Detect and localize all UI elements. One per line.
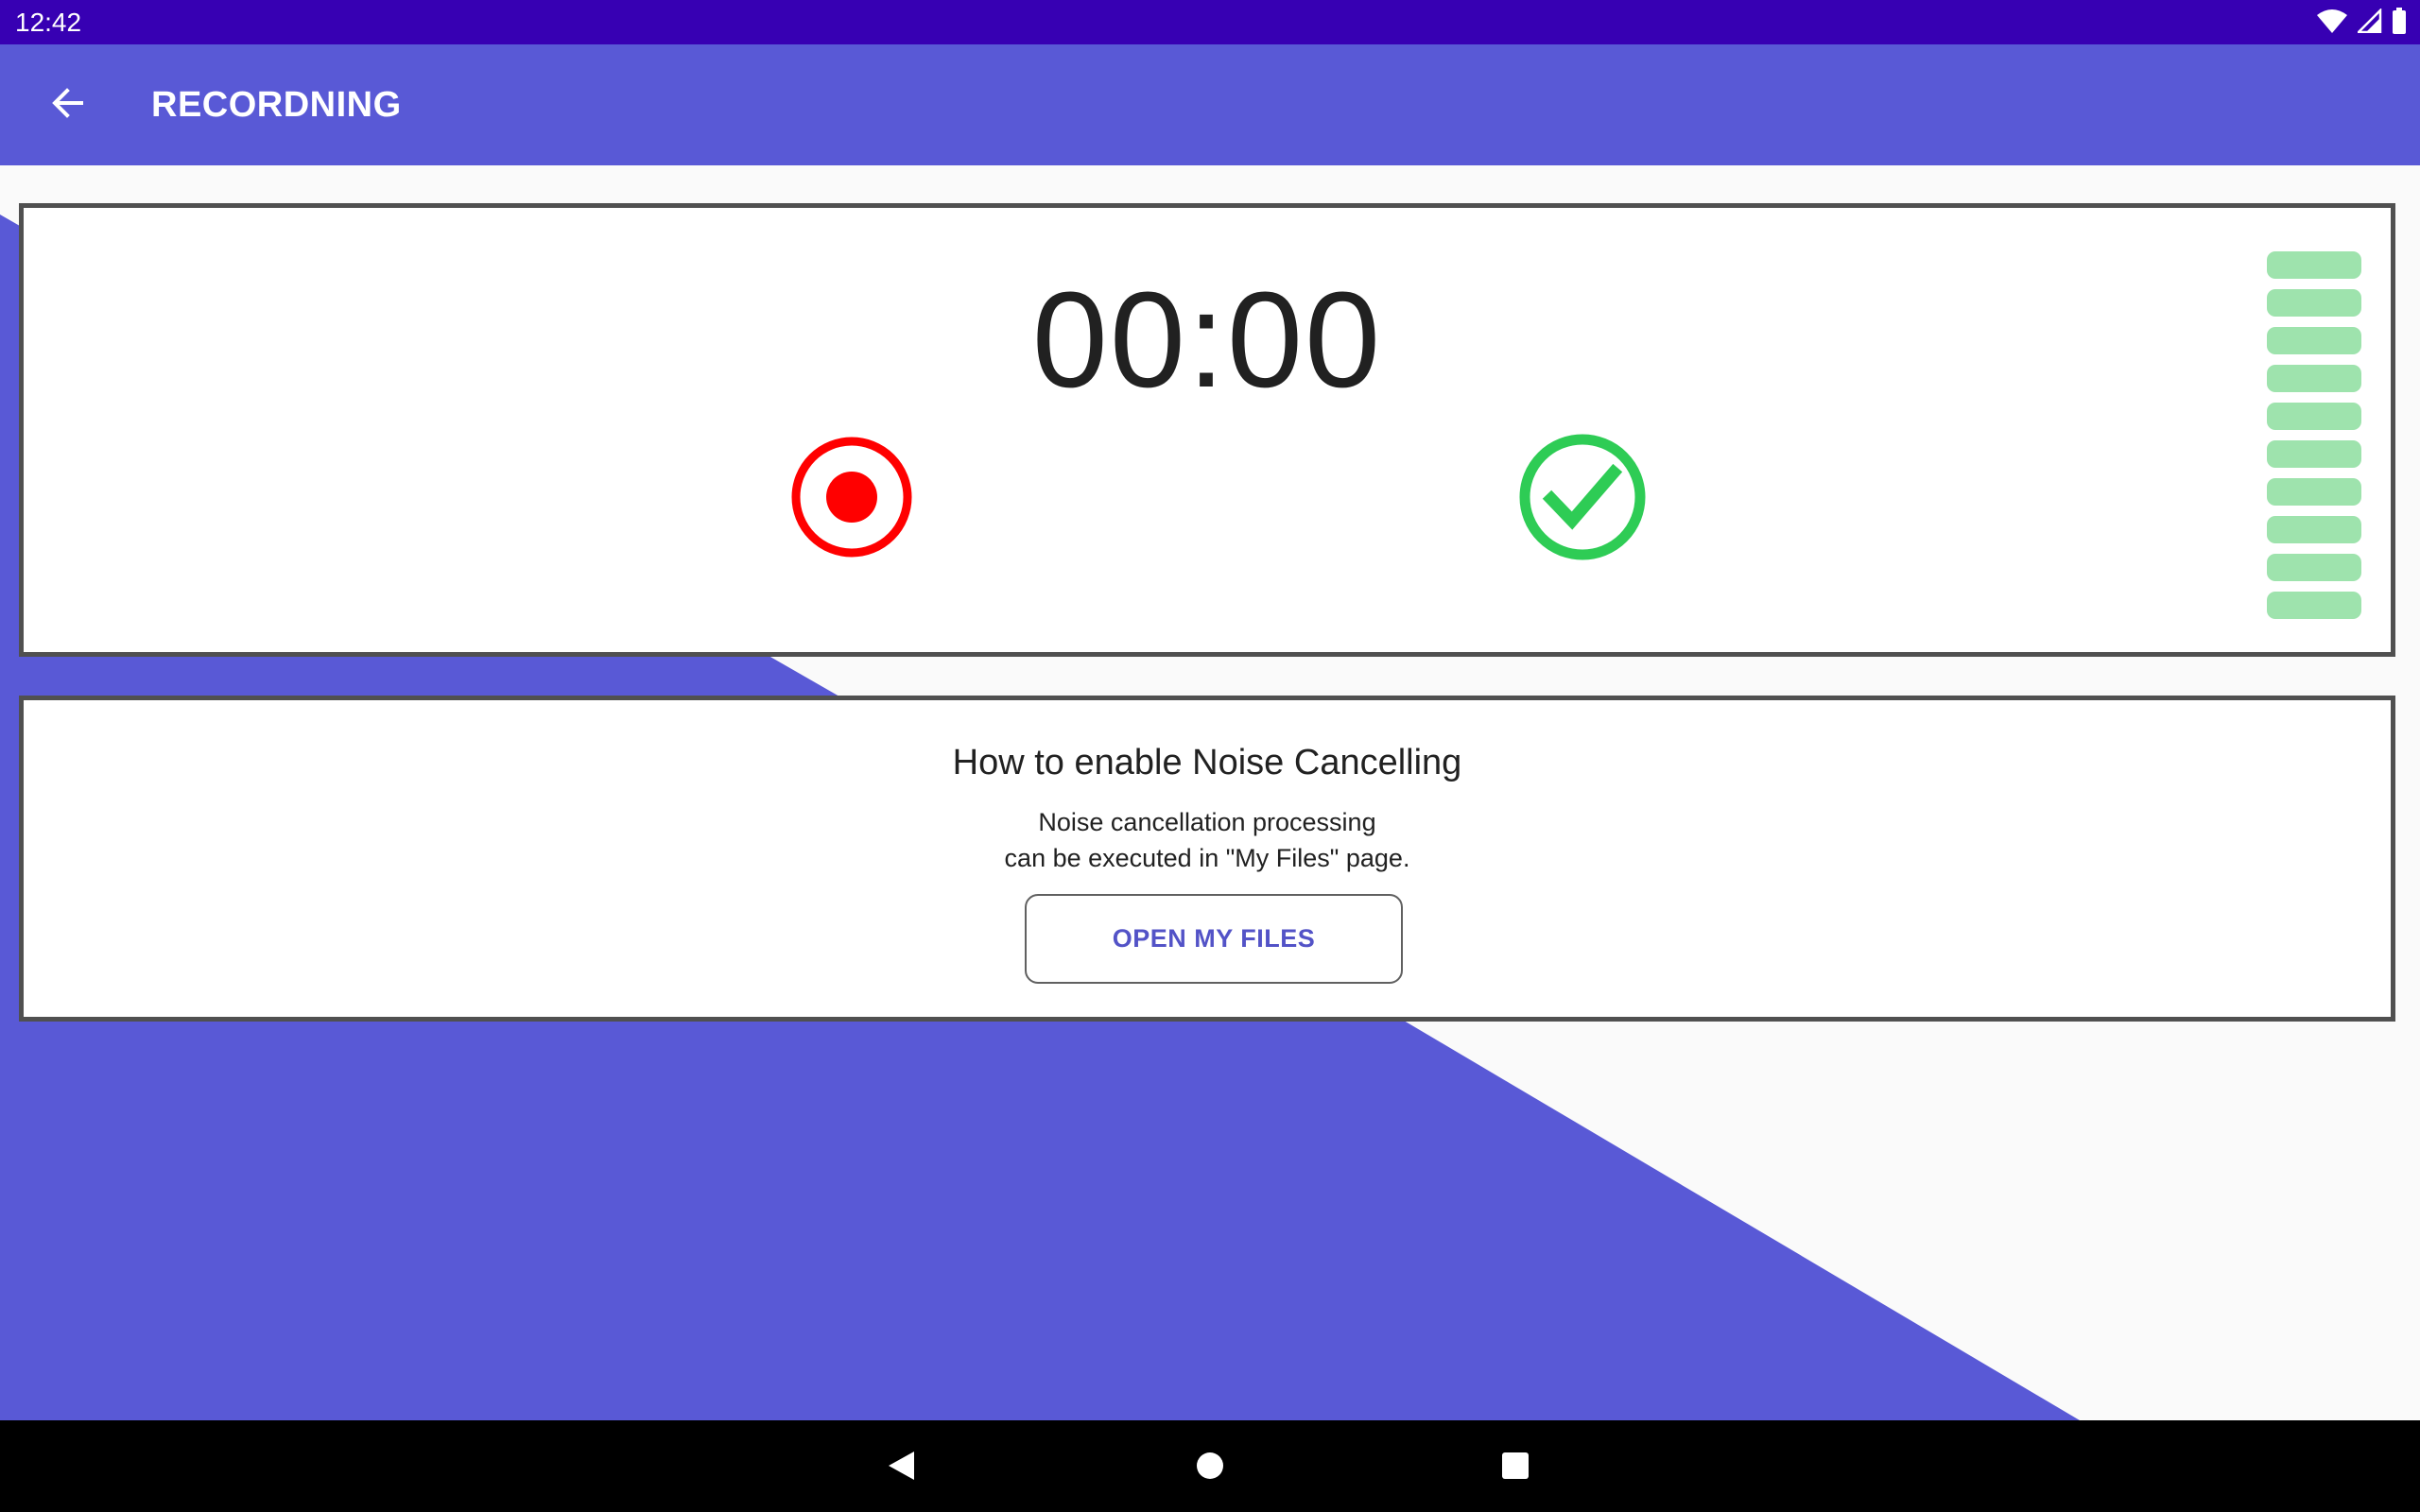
back-button[interactable] xyxy=(38,75,98,135)
level-segment xyxy=(2267,251,2361,279)
open-my-files-button[interactable]: OPEN MY FILES xyxy=(1025,894,1403,984)
level-segment xyxy=(2267,554,2361,581)
nav-recents-button[interactable] xyxy=(1487,1439,1544,1496)
nav-back-icon xyxy=(886,1450,918,1486)
audio-level-meter xyxy=(2267,251,2365,629)
record-button[interactable] xyxy=(786,433,918,565)
status-time: 12:42 xyxy=(15,8,82,37)
recording-timer: 00:00 xyxy=(1031,264,1383,416)
noise-cancelling-card: How to enable Noise Cancelling Noise can… xyxy=(19,696,2395,1022)
record-icon xyxy=(788,434,915,565)
nav-home-button[interactable] xyxy=(1182,1439,1238,1496)
nav-recents-icon xyxy=(1501,1452,1530,1485)
level-segment xyxy=(2267,478,2361,506)
level-segment xyxy=(2267,592,2361,619)
description-line-2: can be executed in "My Files" page. xyxy=(1004,844,1410,872)
check-circle-icon xyxy=(1516,431,1649,568)
status-icons xyxy=(2316,7,2407,39)
level-segment xyxy=(2267,327,2361,354)
level-segment xyxy=(2267,440,2361,468)
arrow-left-icon xyxy=(49,84,87,127)
wifi-icon xyxy=(2316,8,2348,39)
level-segment xyxy=(2267,289,2361,317)
battery-icon xyxy=(2392,7,2407,39)
recorder-card: 00:00 xyxy=(19,203,2395,657)
level-segment xyxy=(2267,516,2361,543)
nav-back-button[interactable] xyxy=(873,1439,930,1496)
system-nav-bar xyxy=(0,1420,2420,1512)
noise-cancelling-description: Noise cancellation processing can be exe… xyxy=(24,804,2391,876)
status-bar: 12:42 xyxy=(0,0,2420,44)
level-segment xyxy=(2267,403,2361,430)
nav-home-icon xyxy=(1195,1451,1225,1486)
description-line-1: Noise cancellation processing xyxy=(1038,808,1376,836)
app-bar: RECORDNING xyxy=(0,44,2420,165)
level-segment xyxy=(2267,365,2361,392)
noise-cancelling-title: How to enable Noise Cancelling xyxy=(952,743,1462,782)
done-button[interactable] xyxy=(1512,428,1653,570)
page-title: RECORDNING xyxy=(151,85,402,125)
cell-signal-icon xyxy=(2355,7,2382,38)
